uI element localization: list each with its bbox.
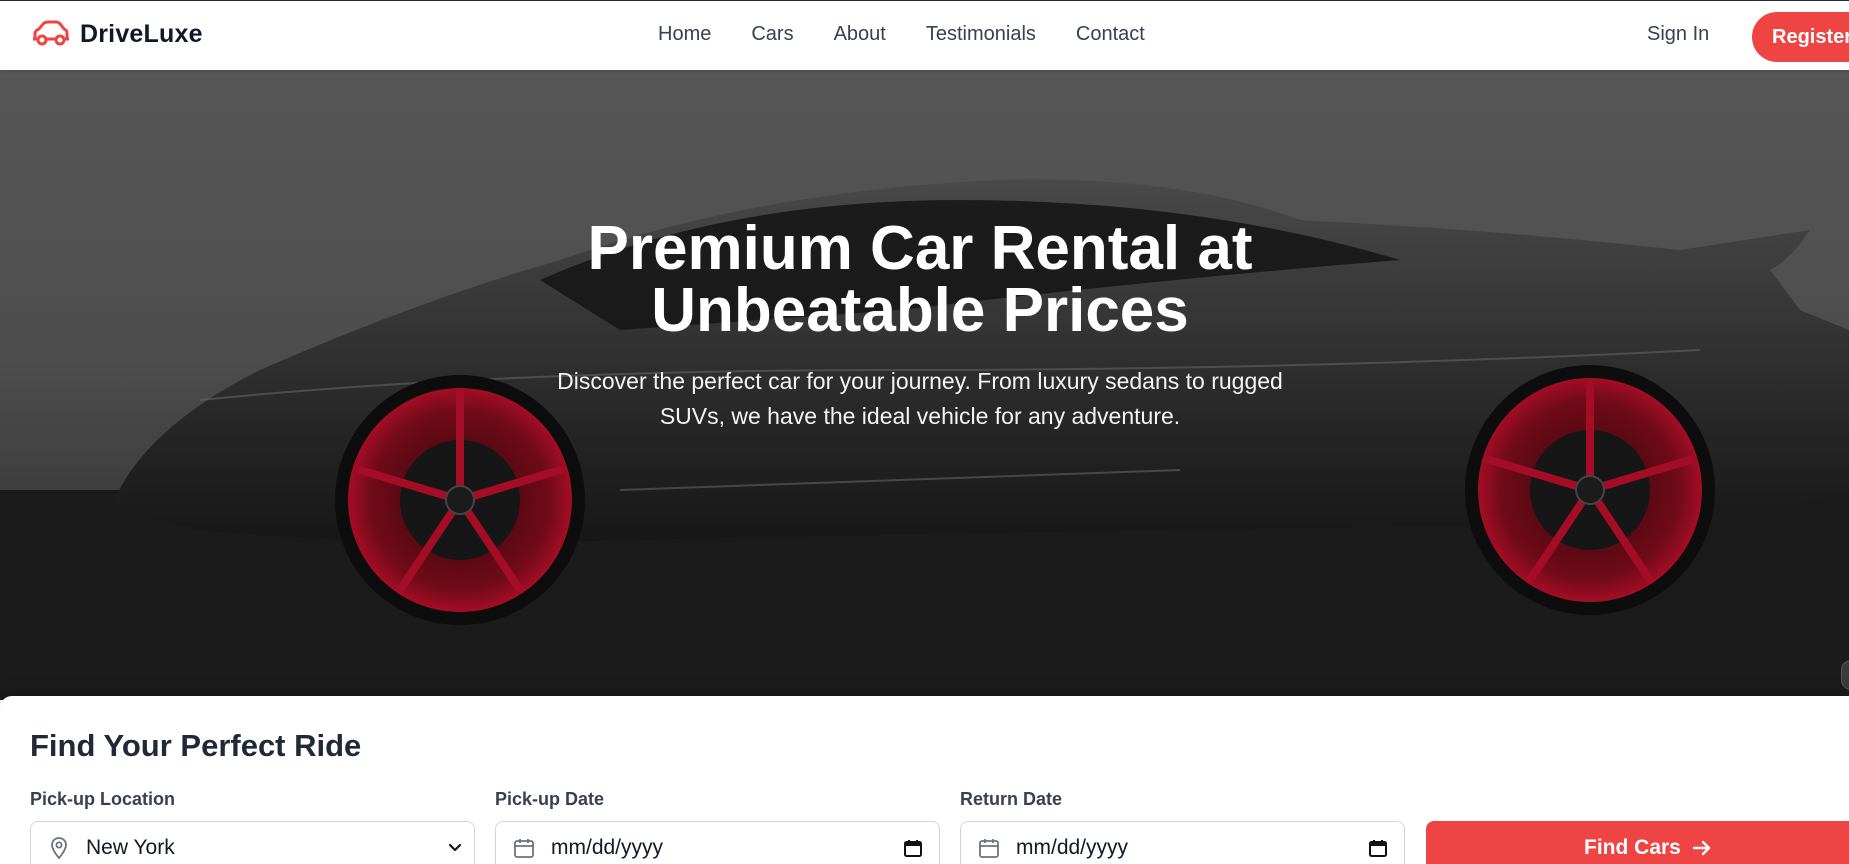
hero-title: Premium Car Rental at Unbeatable Prices [420,218,1420,342]
hero-subtitle: Discover the perfect car for your journe… [520,364,1320,434]
register-button[interactable]: Register [1752,12,1849,62]
find-cars-label: Find Cars [1584,836,1681,859]
pickup-location-label: Pick-up Location [30,789,176,809]
hero-title-line-2: Unbeatable Prices [651,276,1189,345]
pickup-date-label: Pick-up Date [495,789,605,809]
calendar-picker-icon[interactable] [903,838,923,858]
hero-section: Premium Car Rental at Unbeatable Prices … [0,70,1849,700]
return-date-label: Return Date [960,789,1063,809]
return-date-field[interactable]: mm/dd/yyyy [960,821,1405,864]
nav-link-home[interactable]: Home [658,23,711,46]
hero-title-line-1: Premium Car Rental at [587,214,1253,283]
brand-name: DriveLuxe [80,19,203,48]
main-nav: Home Cars About Testimonials Contact [658,23,1145,46]
pickup-date-field[interactable]: mm/dd/yyyy [495,821,940,864]
brand-logo[interactable]: DriveLuxe [30,19,203,49]
carousel-control[interactable] [1841,660,1849,690]
nav-link-testimonials[interactable]: Testimonials [926,23,1036,46]
find-cars-button[interactable]: Find Cars [1426,821,1849,864]
search-title: Find Your Perfect Ride [30,728,362,763]
pickup-date-placeholder: mm/dd/yyyy [551,836,664,859]
arrow-right-icon [1692,840,1711,856]
nav-link-contact[interactable]: Contact [1076,23,1145,46]
pickup-location-select[interactable]: New York [30,821,475,864]
hero-subtitle-line-2: SUVs, we have the ideal vehicle for any … [659,403,1181,429]
car-icon [33,20,69,46]
calendar-icon [514,839,534,858]
sign-in-link[interactable]: Sign In [1647,23,1709,46]
navbar: DriveLuxe Home Cars About Testimonials C… [0,0,1849,70]
hero-subtitle-line-1: Discover the perfect car for your journe… [557,368,1283,394]
nav-link-about[interactable]: About [834,23,886,46]
nav-link-cars[interactable]: Cars [751,23,793,46]
calendar-icon [979,839,999,858]
return-date-placeholder: mm/dd/yyyy [1016,836,1129,859]
map-pin-icon [51,837,67,860]
search-card: Find Your Perfect Ride Pick-up Location … [0,696,1849,864]
find-cars-button-content: Find Cars [1584,836,1713,860]
pickup-location-value: New York [86,836,175,859]
chevron-down-icon [448,843,462,852]
calendar-picker-icon[interactable] [1368,838,1388,858]
